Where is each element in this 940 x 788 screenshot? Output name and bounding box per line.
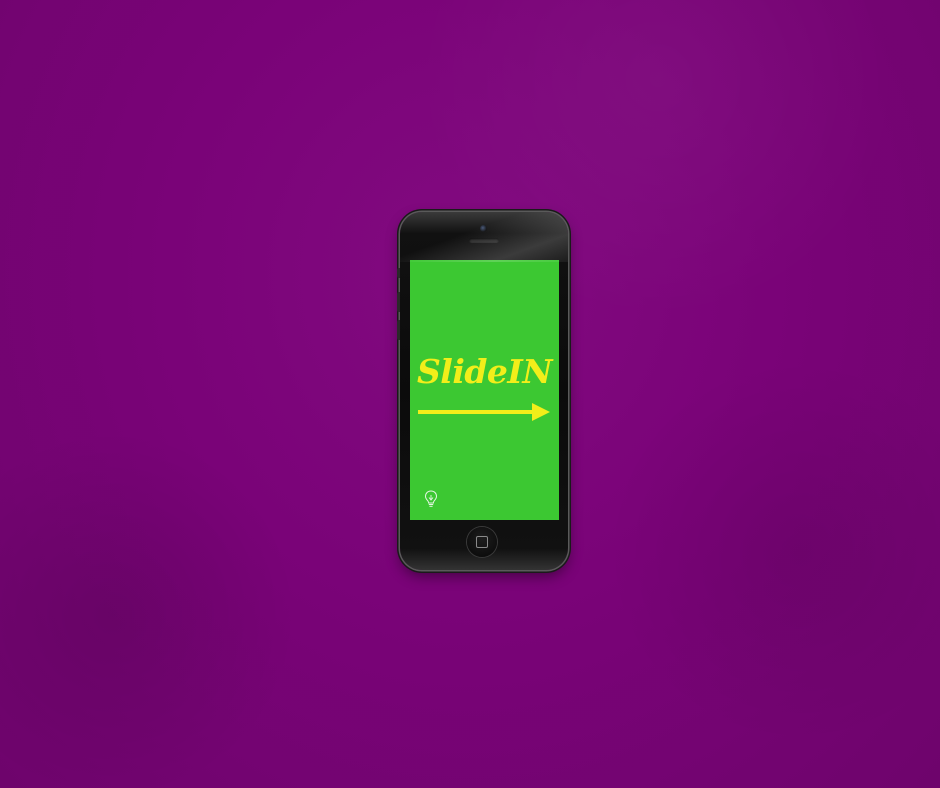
smartphone-mockup: SlideIN	[397, 212, 568, 570]
phone-screen: SlideIN	[410, 260, 559, 520]
phone-glare	[400, 212, 568, 262]
home-button-icon	[476, 536, 488, 548]
right-arrow-icon	[418, 403, 550, 421]
mute-switch	[397, 268, 400, 278]
volume-up-button	[397, 292, 400, 312]
volume-down-button	[397, 320, 400, 340]
lightbulb-icon	[424, 490, 438, 507]
app-title: SlideIN	[416, 352, 553, 391]
home-button[interactable]	[467, 527, 497, 557]
